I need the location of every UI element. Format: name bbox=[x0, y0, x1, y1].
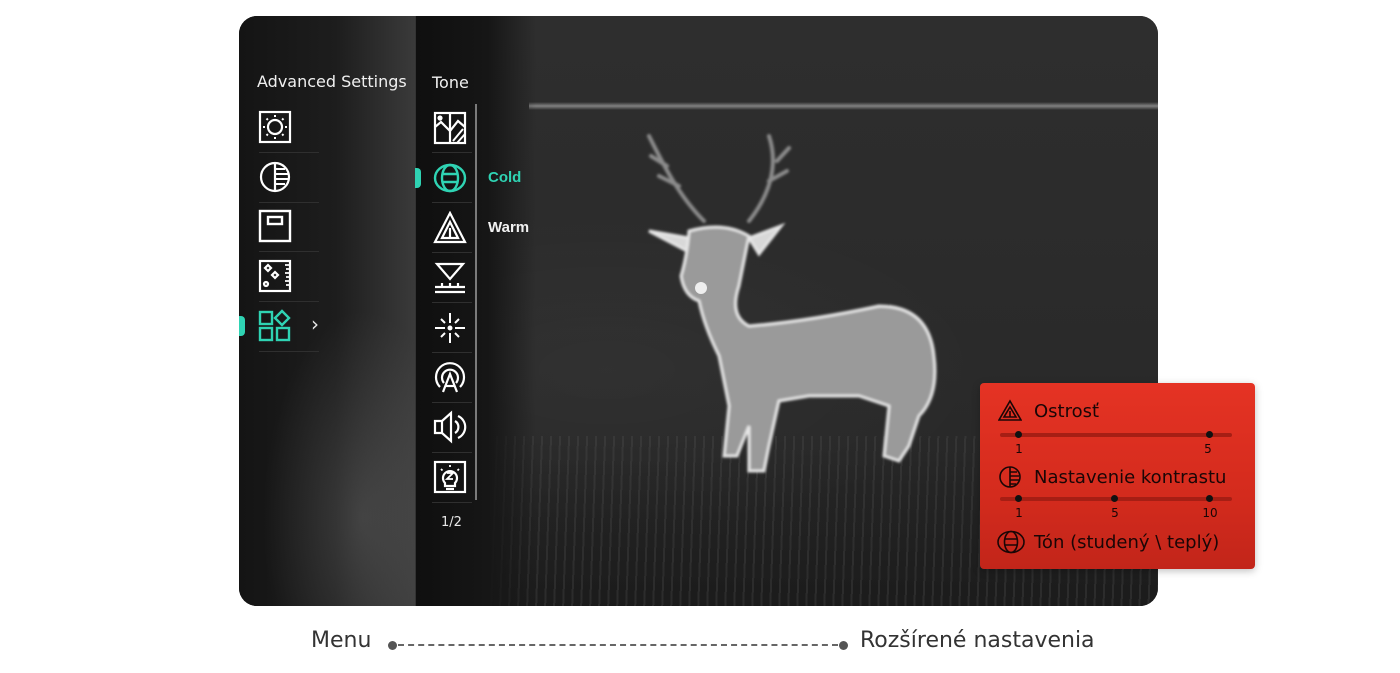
feature-callout: Ostrosť 1 5 Nastavenie kontrastu 1 5 10 … bbox=[980, 383, 1255, 569]
caption-advanced-settings: Rozšírené nastavenia bbox=[860, 628, 1095, 653]
separator bbox=[259, 251, 319, 252]
advanced-settings-title: Advanced Settings bbox=[257, 72, 407, 91]
callout-item-contrast: Nastavenie kontrastu bbox=[998, 465, 1226, 489]
sharpness-icon bbox=[433, 211, 467, 244]
horizon-line bbox=[529, 102, 1158, 110]
brightness-icon bbox=[258, 110, 292, 144]
contrast-icon bbox=[259, 161, 291, 193]
separator bbox=[432, 502, 472, 503]
separator bbox=[259, 202, 319, 203]
separator bbox=[432, 352, 472, 353]
hotspot-icon bbox=[434, 362, 466, 393]
deer-thermal-image bbox=[647, 134, 937, 473]
tone-icon bbox=[997, 530, 1025, 554]
callout-label: Tón (studený \ teplý) bbox=[1034, 531, 1220, 553]
option-cold[interactable]: Cold bbox=[488, 169, 521, 186]
callout-label: Ostrosť bbox=[1034, 400, 1100, 422]
callout-item-sharpness: Ostrosť bbox=[998, 399, 1099, 423]
option-warm[interactable]: Warm bbox=[488, 219, 529, 236]
crosshair-icon bbox=[435, 313, 465, 343]
contrast-icon bbox=[999, 466, 1021, 488]
frame-icon bbox=[258, 209, 292, 243]
scale-dot bbox=[1015, 431, 1022, 438]
tone-item-speaker[interactable] bbox=[430, 407, 470, 447]
apps-grid-icon bbox=[258, 309, 291, 342]
tone-item-tone[interactable] bbox=[430, 158, 470, 198]
tone-item-hotspot[interactable] bbox=[430, 357, 470, 397]
scroll-track[interactable] bbox=[475, 104, 477, 500]
tone-title: Tone bbox=[432, 73, 469, 92]
sleep-light-icon bbox=[433, 460, 467, 494]
leader-dot bbox=[839, 641, 848, 650]
callout-label: Nastavenie kontrastu bbox=[1034, 466, 1227, 488]
tone-item-sharpness[interactable] bbox=[430, 208, 470, 248]
separator bbox=[432, 202, 472, 203]
separator bbox=[432, 252, 472, 253]
image-enhance-icon bbox=[258, 259, 292, 293]
calibration-icon bbox=[434, 262, 466, 294]
tone-icon bbox=[433, 163, 467, 193]
scale-dot bbox=[1206, 495, 1213, 502]
separator bbox=[432, 452, 472, 453]
tone-item-sleep-light[interactable] bbox=[430, 457, 470, 497]
sidebar-item-frame[interactable] bbox=[255, 206, 295, 246]
scale-dot bbox=[1111, 495, 1118, 502]
separator bbox=[432, 152, 472, 153]
page-indicator: 1/2 bbox=[441, 515, 462, 530]
speaker-icon bbox=[433, 410, 467, 444]
scale-dot bbox=[1206, 431, 1213, 438]
active-indicator bbox=[415, 168, 421, 188]
scale-tick: 5 bbox=[1111, 506, 1119, 520]
separator bbox=[259, 152, 319, 153]
sidebar-item-apps[interactable] bbox=[255, 306, 295, 346]
sidebar-item-image-enhance[interactable] bbox=[255, 256, 295, 296]
separator bbox=[432, 402, 472, 403]
leader-dash bbox=[398, 644, 838, 646]
separator bbox=[432, 302, 472, 303]
tone-item-calibration[interactable] bbox=[430, 258, 470, 298]
separator bbox=[259, 351, 319, 352]
active-indicator bbox=[239, 316, 245, 336]
sidebar-item-brightness[interactable] bbox=[255, 107, 295, 147]
scale-tick: 10 bbox=[1202, 506, 1218, 520]
callout-item-tone: Tón (studený \ teplý) bbox=[996, 530, 1219, 554]
separator bbox=[259, 301, 319, 302]
leader-dot bbox=[388, 641, 397, 650]
landscape-icon bbox=[433, 111, 467, 145]
scale-tick: 5 bbox=[1204, 442, 1212, 456]
scale-tick: 1 bbox=[1015, 442, 1023, 456]
chevron-right-icon[interactable]: › bbox=[311, 312, 319, 336]
caption-menu: Menu bbox=[311, 628, 372, 653]
sharpness-scale: 1 5 bbox=[1000, 431, 1232, 456]
scale-dot bbox=[1015, 495, 1022, 502]
scale-tick: 1 bbox=[1015, 506, 1023, 520]
sidebar-item-contrast[interactable] bbox=[255, 157, 295, 197]
tone-item-landscape[interactable] bbox=[430, 108, 470, 148]
contrast-scale: 1 5 10 bbox=[1000, 495, 1232, 520]
caption-leader-line bbox=[388, 641, 848, 650]
sharpness-icon bbox=[998, 399, 1022, 421]
tone-item-crosshair[interactable] bbox=[430, 308, 470, 348]
